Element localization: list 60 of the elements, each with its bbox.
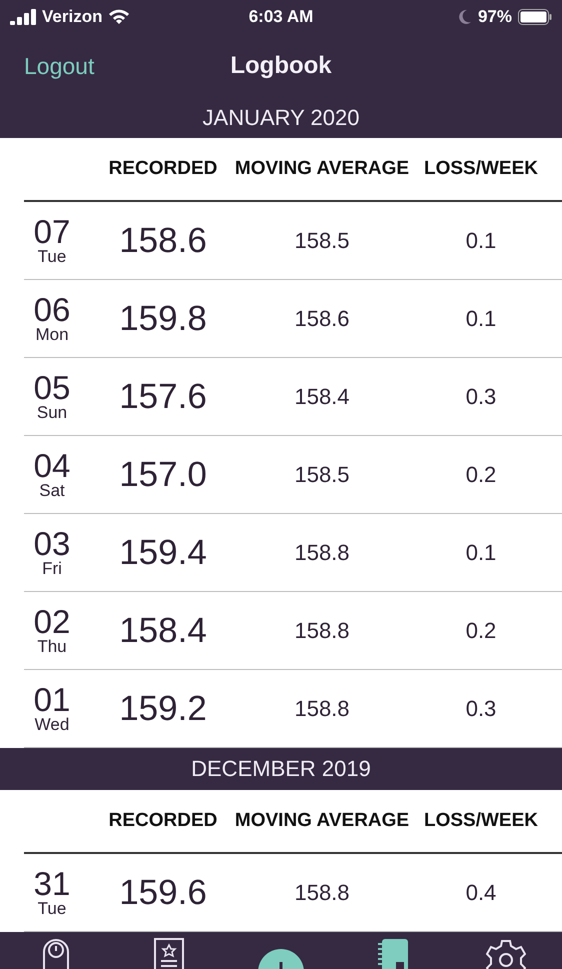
battery-icon — [518, 9, 552, 25]
day-number: 02 — [34, 604, 70, 638]
loss-per-week: 0.2 — [464, 462, 498, 488]
weekday: Sun — [36, 404, 68, 422]
screen-title: Logbook — [230, 52, 332, 80]
day-number: 01 — [34, 682, 70, 716]
notebook-tab[interactable] — [377, 938, 410, 969]
recorded-weight: 159.4 — [118, 532, 208, 572]
clock-time: 6:03 AM — [248, 7, 314, 27]
recorded-weight: 157.6 — [118, 376, 208, 416]
moving-average: 158.8 — [293, 696, 351, 722]
loss-per-week: 0.4 — [464, 880, 498, 906]
weekday: Wed — [34, 716, 70, 734]
battery-percent: 97% — [478, 7, 512, 27]
moving-average: 158.8 — [293, 618, 351, 644]
moon-icon — [458, 9, 472, 25]
month-header: JANUARY 2020 — [0, 98, 562, 138]
recorded-weight: 158.6 — [118, 220, 208, 260]
recorded-weight: 159.8 — [118, 298, 208, 338]
wifi-icon — [108, 9, 130, 25]
loss-per-week: 0.1 — [464, 540, 498, 566]
carrier-name: Verizon — [42, 7, 102, 27]
weekday: Tue — [38, 900, 66, 918]
column-header: MOVING AVERAGE — [234, 810, 410, 832]
weekday: Fri — [42, 560, 62, 578]
moving-average: 158.6 — [293, 306, 351, 332]
day-number: 05 — [34, 370, 70, 404]
day-number: 07 — [34, 214, 70, 248]
logout-button[interactable]: Logout — [24, 52, 94, 80]
settings-tab[interactable] — [486, 938, 526, 969]
column-header: RECORDED — [108, 810, 218, 832]
day-number: 04 — [34, 448, 70, 482]
column-header: LOSS/WEEK — [422, 810, 539, 832]
column-header: LOSS/WEEK — [422, 158, 539, 180]
month-header: DECEMBER 2019 — [0, 748, 562, 790]
moving-average: 158.8 — [293, 540, 351, 566]
column-header: MOVING AVERAGE — [234, 158, 410, 180]
list-tab[interactable] — [154, 938, 184, 969]
loss-per-week: 0.3 — [464, 696, 498, 722]
recorded-weight: 159.6 — [118, 872, 208, 912]
recorded-weight: 158.4 — [118, 610, 208, 650]
column-header: RECORDED — [108, 158, 218, 180]
moving-average: 158.8 — [293, 880, 351, 906]
weekday: Tue — [38, 248, 66, 266]
day-number: 03 — [34, 526, 70, 560]
day-number: 06 — [34, 292, 70, 326]
weekday: Thu — [37, 638, 67, 656]
loss-per-week: 0.3 — [464, 384, 498, 410]
loss-per-week: 0.1 — [464, 306, 498, 332]
weekday: Mon — [35, 326, 69, 344]
loss-per-week: 0.2 — [464, 618, 498, 644]
weekday: Sat — [39, 482, 65, 500]
signal-icon — [10, 9, 36, 25]
loss-per-week: 0.1 — [464, 228, 498, 254]
moving-average: 158.5 — [293, 228, 351, 254]
day-number: 31 — [34, 866, 70, 900]
moving-average: 158.5 — [293, 462, 351, 488]
moving-average: 158.4 — [293, 384, 351, 410]
recorded-weight: 159.2 — [118, 688, 208, 728]
recorded-weight: 157.0 — [118, 454, 208, 494]
